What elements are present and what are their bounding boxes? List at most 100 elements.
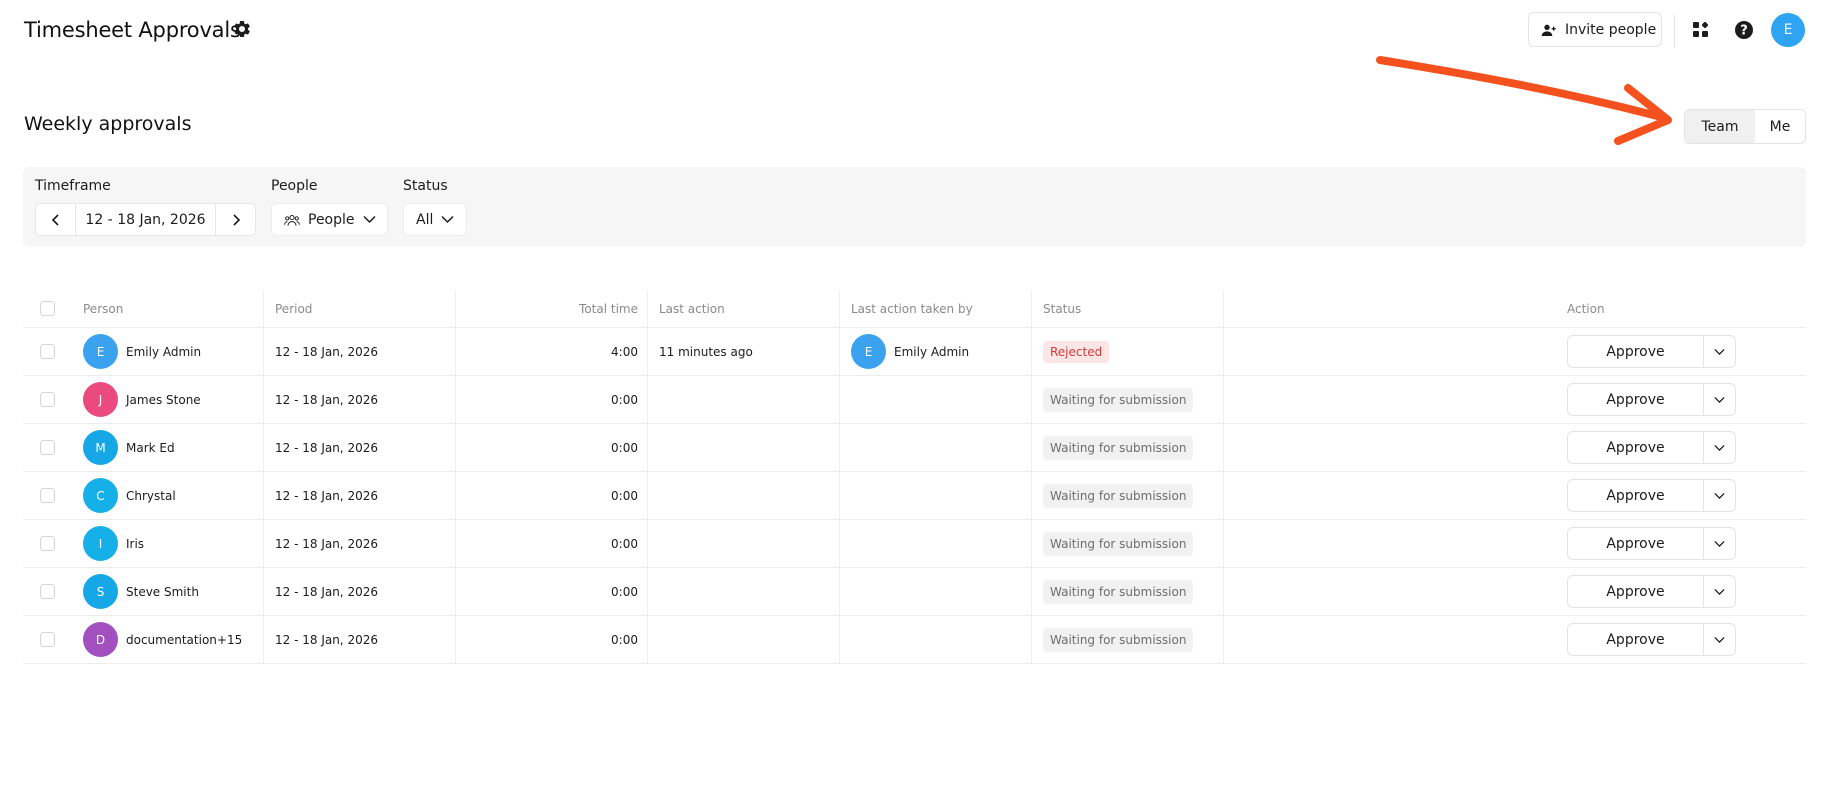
person-avatar: J [83, 382, 118, 417]
approve-options-button[interactable] [1704, 336, 1735, 367]
column-divider [839, 616, 840, 663]
row-checkbox[interactable] [40, 440, 55, 455]
toggle-me[interactable]: Me [1755, 110, 1805, 143]
apps-icon[interactable] [1691, 20, 1711, 40]
header-divider [1674, 14, 1675, 48]
column-divider [1031, 616, 1032, 663]
person-name[interactable]: documentation+15 [126, 633, 242, 647]
person-name[interactable]: Mark Ed [126, 441, 175, 455]
help-icon[interactable]: ? [1734, 20, 1754, 40]
next-week-button[interactable] [215, 204, 255, 235]
toggle-team[interactable]: Team [1685, 110, 1755, 143]
prev-week-button[interactable] [36, 204, 76, 235]
actor-name: Emily Admin [894, 344, 970, 359]
column-divider [647, 520, 648, 567]
annotation-arrow [1376, 56, 1672, 145]
column-divider [1031, 568, 1032, 615]
column-status[interactable]: Status [1043, 290, 1081, 327]
row-checkbox[interactable] [40, 536, 55, 551]
table-body: E Emily Admin 12 - 18 Jan, 2026 4:00 11 … [23, 328, 1806, 664]
status-badge: Waiting for submission [1043, 387, 1194, 412]
person-name[interactable]: Emily Admin [126, 345, 201, 359]
chevron-down-icon [1714, 444, 1725, 451]
approve-split-button: Approve [1567, 479, 1736, 512]
column-divider [1223, 616, 1224, 663]
timeframe-label: Timeframe [35, 178, 111, 194]
approve-button[interactable]: Approve [1568, 624, 1704, 655]
column-last-action[interactable]: Last action [659, 290, 725, 327]
invite-people-button[interactable]: Invite people [1528, 12, 1662, 47]
column-divider [839, 424, 840, 471]
approve-options-button[interactable] [1704, 480, 1735, 511]
total-time-cell: 0:00 [611, 632, 638, 647]
chevron-down-icon [1714, 396, 1725, 403]
approve-button[interactable]: Approve [1568, 384, 1704, 415]
approve-options-button[interactable] [1704, 624, 1735, 655]
row-checkbox[interactable] [40, 632, 55, 647]
person-name[interactable]: Iris [126, 537, 144, 551]
column-divider [839, 472, 840, 519]
column-person[interactable]: Person [83, 290, 123, 327]
status-cell: Rejected [1043, 328, 1110, 375]
period-cell: 12 - 18 Jan, 2026 [275, 440, 378, 455]
status-badge: Rejected [1043, 340, 1110, 363]
status-dropdown-value: All [416, 211, 434, 228]
approve-button[interactable]: Approve [1568, 576, 1704, 607]
status-badge: Waiting for submission [1043, 627, 1194, 652]
status-label: Status [403, 178, 448, 194]
approve-options-button[interactable] [1704, 528, 1735, 559]
column-divider [263, 376, 264, 423]
select-all-checkbox[interactable] [40, 301, 55, 316]
status-cell: Waiting for submission [1043, 520, 1194, 567]
column-divider [839, 520, 840, 567]
person-name[interactable]: James Stone [126, 393, 201, 407]
column-divider [263, 616, 264, 663]
approve-options-button[interactable] [1704, 576, 1735, 607]
people-dropdown[interactable]: People [271, 203, 388, 236]
table-header: Person Period Total time Last action Las… [23, 290, 1806, 328]
status-cell: Waiting for submission [1043, 376, 1194, 423]
column-divider [1031, 328, 1032, 375]
user-avatar[interactable]: E [1771, 13, 1805, 47]
column-divider [1223, 568, 1224, 615]
timeframe-value[interactable]: 12 - 18 Jan, 2026 [76, 204, 215, 235]
row-checkbox[interactable] [40, 392, 55, 407]
chevron-down-icon [1714, 492, 1725, 499]
column-action: Action [1567, 301, 1605, 316]
row-checkbox[interactable] [40, 584, 55, 599]
column-divider [1031, 424, 1032, 471]
row-checkbox[interactable] [40, 488, 55, 503]
column-divider [1223, 520, 1224, 567]
column-divider [263, 290, 264, 327]
column-total-time[interactable]: Total time [455, 290, 638, 327]
status-badge: Waiting for submission [1043, 483, 1194, 508]
gear-icon[interactable] [232, 19, 252, 39]
row-checkbox[interactable] [40, 344, 55, 359]
person-avatar: M [83, 430, 118, 465]
column-divider [839, 568, 840, 615]
approve-options-button[interactable] [1704, 432, 1735, 463]
total-time-cell: 0:00 [611, 488, 638, 503]
status-cell: Waiting for submission [1043, 616, 1194, 663]
person-name[interactable]: Steve Smith [126, 585, 199, 599]
page-title: Timesheet Approvals [24, 18, 241, 42]
column-divider [647, 328, 648, 375]
approve-button[interactable]: Approve [1568, 480, 1704, 511]
status-dropdown[interactable]: All [403, 203, 467, 236]
approve-button[interactable]: Approve [1568, 432, 1704, 463]
column-last-action-by[interactable]: Last action taken by [851, 290, 973, 327]
column-divider [647, 376, 648, 423]
approve-button[interactable]: Approve [1568, 336, 1704, 367]
total-time-cell: 0:00 [611, 392, 638, 407]
column-period[interactable]: Period [275, 290, 312, 327]
approve-options-button[interactable] [1704, 384, 1735, 415]
table-row: J James Stone 12 - 18 Jan, 2026 0:00 Wai… [23, 376, 1806, 424]
column-divider [839, 376, 840, 423]
invite-people-label: Invite people [1565, 21, 1657, 38]
table-row: M Mark Ed 12 - 18 Jan, 2026 0:00 Waiting… [23, 424, 1806, 472]
person-avatar: C [83, 478, 118, 513]
period-cell: 12 - 18 Jan, 2026 [275, 632, 378, 647]
approve-button[interactable]: Approve [1568, 528, 1704, 559]
status-badge: Waiting for submission [1043, 579, 1194, 604]
person-name[interactable]: Chrystal [126, 489, 176, 503]
